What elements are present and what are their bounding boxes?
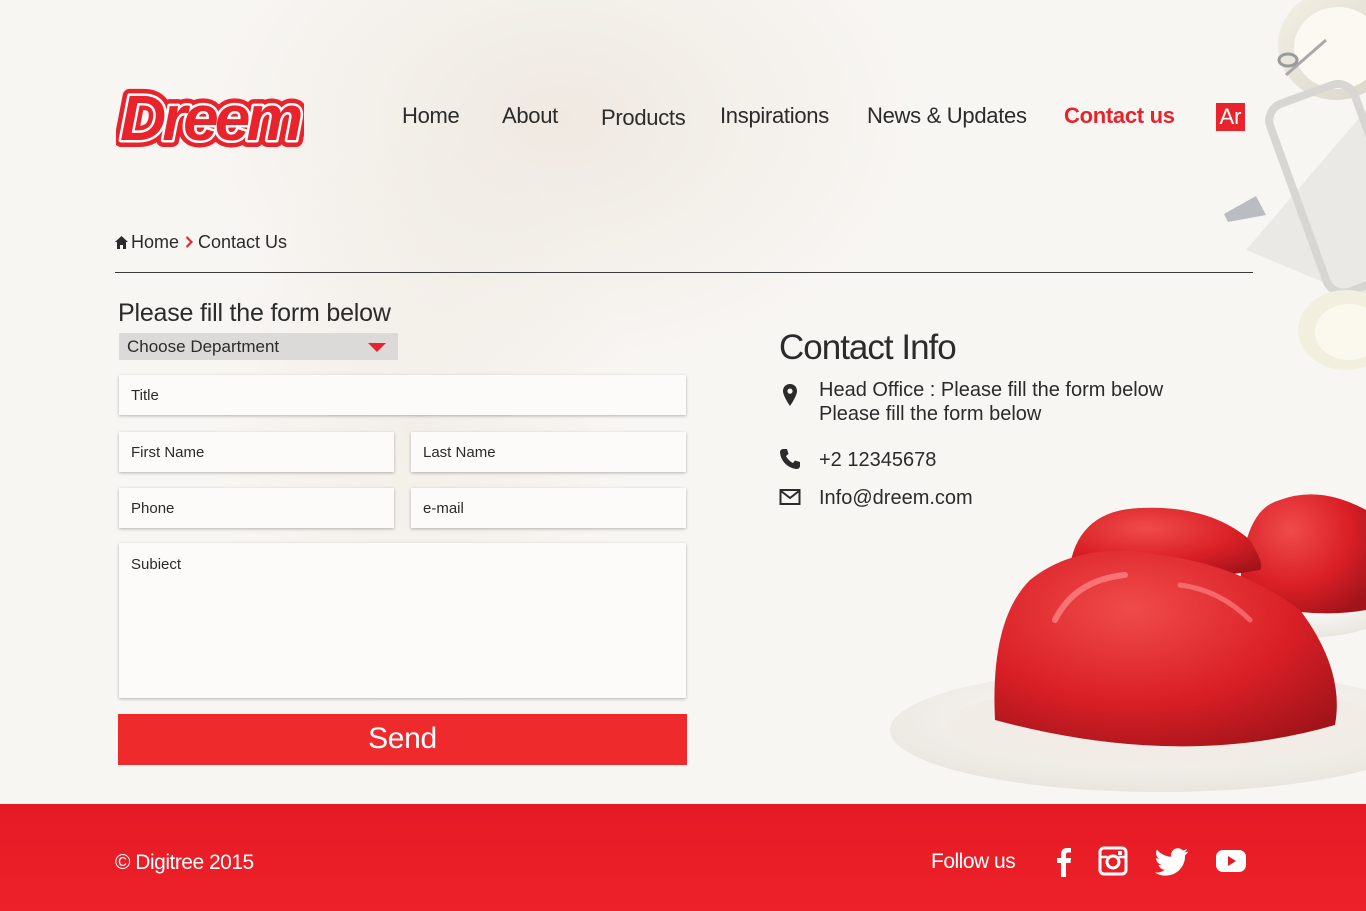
title-input[interactable] [119,375,686,415]
mail-icon [779,489,801,505]
breadcrumb-current: Contact Us [198,231,288,252]
header-divider [115,272,1253,273]
address-line-1: Head Office : Please fill the form below [819,379,1164,401]
contact-address: Head Office : Please fill the form below… [779,378,1163,426]
jelly-dessert-image [890,494,1366,792]
nav-inspirations[interactable]: Inspirations [720,103,829,129]
main-nav: Home About Products Inspirations News & … [0,103,1366,133]
chevron-down-icon [368,343,386,352]
subject-textarea[interactable] [119,543,686,698]
address-line-2: Please fill the form below [819,403,1042,425]
language-toggle-button[interactable]: Ar [1216,103,1245,131]
send-button[interactable]: Send [118,714,687,765]
nav-home[interactable]: Home [402,103,460,129]
contact-info-title: Contact Info [779,328,957,367]
nav-about[interactable]: About [502,103,558,129]
email-address[interactable]: Info@dreem.com [819,486,973,510]
email-input[interactable] [411,488,686,528]
contact-phone: +2 12345678 [779,448,936,472]
chevron-right-icon [186,236,194,248]
last-name-input[interactable] [411,432,686,472]
contact-email: Info@dreem.com [779,486,973,510]
footer: © Digitree 2015 Follow us [0,804,1366,911]
youtube-icon[interactable] [1215,845,1247,877]
first-name-input[interactable] [119,432,394,472]
phone-icon [780,449,800,469]
phone-input[interactable] [119,488,394,528]
baking-tools-image [1224,0,1366,370]
twitter-icon[interactable] [1155,845,1189,877]
instagram-icon[interactable] [1097,845,1129,877]
nav-news-updates[interactable]: News & Updates [867,103,1027,129]
home-icon [115,235,128,249]
department-select-value: Choose Department [127,337,280,356]
copyright-text: © Digitree 2015 [115,851,254,874]
nav-contact-us[interactable]: Contact us [1064,103,1175,129]
map-pin-icon [783,384,797,406]
follow-us-label: Follow us [931,850,1016,873]
breadcrumb-home-link[interactable]: Home [131,232,179,253]
department-select[interactable]: Choose Department [119,333,398,360]
form-heading: Please fill the form below [118,299,391,327]
breadcrumb: Home Contact Us [115,231,287,253]
facebook-icon[interactable] [1048,845,1080,877]
nav-products[interactable]: Products [601,105,686,131]
phone-number[interactable]: +2 12345678 [819,448,936,472]
